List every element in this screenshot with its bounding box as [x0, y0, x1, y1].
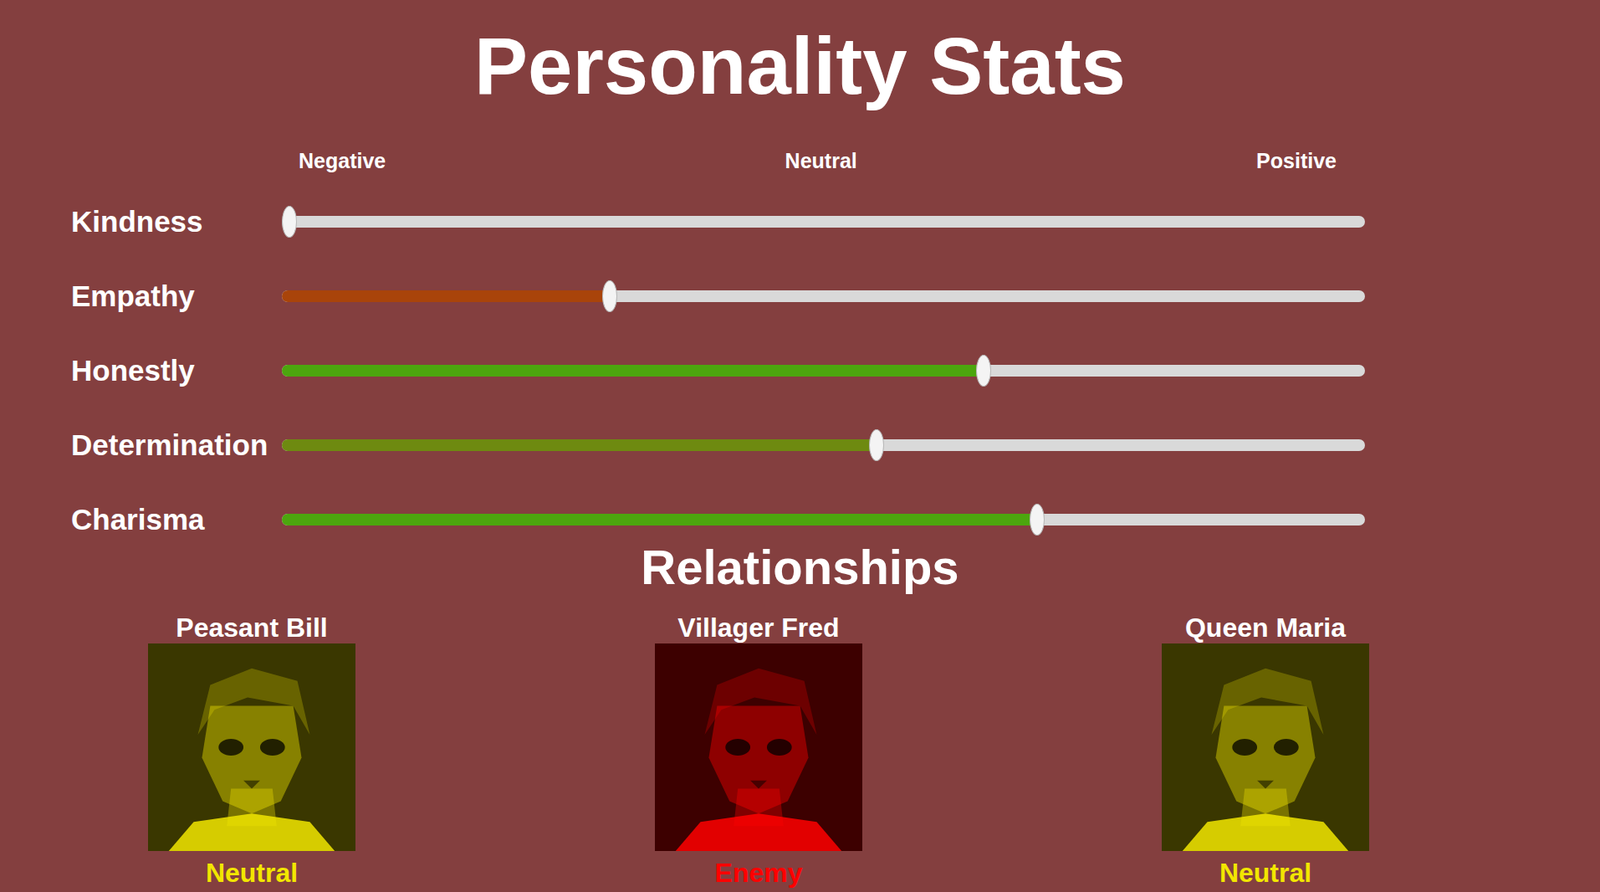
stat-row: Honestly: [0, 349, 1600, 392]
relationship-status: Enemy: [715, 857, 803, 888]
stat-row: Charisma: [0, 498, 1600, 541]
stat-label: Honestly: [71, 352, 282, 389]
relationship-status: Neutral: [205, 857, 298, 888]
slider-thumb[interactable]: [869, 429, 885, 461]
relationship-status: Neutral: [1219, 857, 1312, 888]
slider-thumb[interactable]: [281, 205, 297, 238]
relationships-list: Peasant Bill Neutral Villager Fred Enemy Que…: [0, 611, 1600, 888]
stat-row: Empathy: [0, 275, 1600, 317]
slider-thumb[interactable]: [602, 280, 618, 312]
slider-thumb[interactable]: [976, 354, 992, 387]
stat-label: Charisma: [71, 501, 282, 537]
stat-label: Kindness: [71, 204, 282, 240]
character-portrait: [1161, 643, 1370, 851]
slider-track[interactable]: [281, 290, 1365, 302]
relationship-card: Queen Maria Neutral: [1139, 611, 1391, 888]
slider-thumb[interactable]: [1029, 503, 1045, 536]
stats-list: Kindness Empathy Honestly Determination Char…: [0, 200, 1600, 541]
slider-fill: [281, 290, 610, 302]
face-icon: [654, 643, 863, 851]
slider-fill: [281, 513, 1038, 526]
character-name: Villager Fred: [677, 611, 839, 644]
scale-positive: Positive: [1256, 148, 1337, 174]
stat-row: Determination: [0, 424, 1600, 466]
scale-negative: Negative: [298, 148, 386, 174]
slider-fill: [281, 364, 984, 377]
slider-track[interactable]: [281, 215, 1365, 228]
slider-fill: [281, 439, 877, 451]
face-icon: [1161, 643, 1370, 851]
scale-labels: Negative Neutral Positive: [0, 148, 1600, 174]
relationship-card: Peasant Bill Neutral: [126, 611, 378, 888]
slider-track[interactable]: [281, 513, 1365, 526]
character-portrait: [654, 643, 863, 851]
scale-neutral: Neutral: [785, 148, 858, 174]
character-name: Peasant Bill: [175, 611, 328, 644]
slider-track[interactable]: [281, 439, 1365, 451]
face-icon: [148, 643, 356, 851]
character-portrait: [148, 643, 356, 851]
page-title: Personality Stats: [0, 0, 1600, 108]
relationships-title: Relationships: [0, 540, 1600, 594]
character-name: Queen Maria: [1185, 611, 1346, 644]
slider-track[interactable]: [281, 364, 1365, 377]
stat-label: Empathy: [71, 278, 282, 314]
relationship-card: Villager Fred Enemy: [633, 611, 885, 888]
stat-label: Determination: [71, 427, 282, 463]
personality-screen: Personality Stats Negative Neutral Positive…: [0, 0, 1600, 892]
stat-row: Kindness: [0, 200, 1600, 243]
